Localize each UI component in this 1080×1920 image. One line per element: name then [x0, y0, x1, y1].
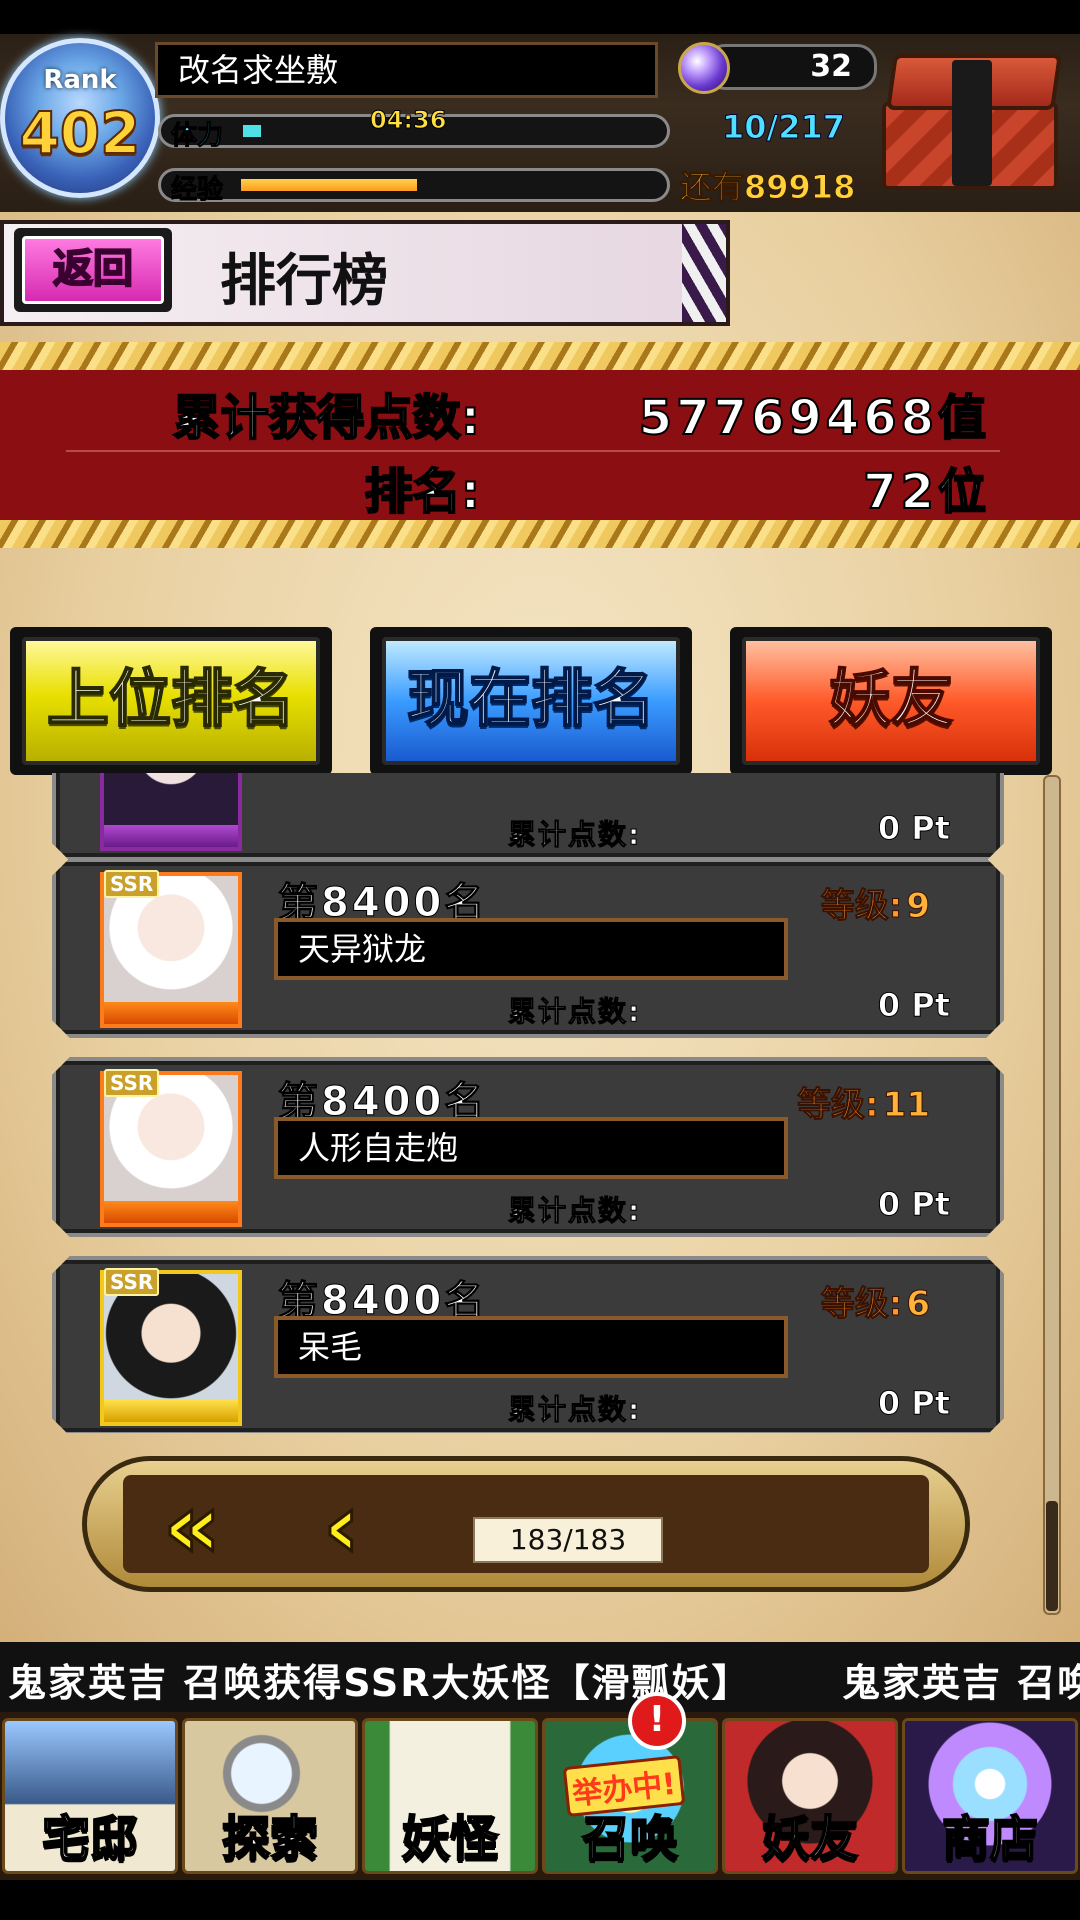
ranking-row[interactable]: 累计点数: 0 Pt: [52, 773, 1004, 861]
rarity-badge: SSR: [104, 1069, 159, 1097]
points-value: 0 Pt: [877, 1384, 950, 1422]
nav-label: 妖怪: [401, 1810, 499, 1868]
rarity-strip: [104, 1201, 238, 1223]
points-label: 累计点数:: [508, 1393, 642, 1426]
rank-position-value: 72位: [862, 463, 990, 521]
gems-counter[interactable]: 32: [705, 44, 877, 90]
tab-current-ranking[interactable]: 现在排名: [370, 627, 692, 775]
player-rank-badge[interactable]: Rank 402: [0, 38, 160, 198]
ticker-message-repeat: 鬼家英吉 召唤: [842, 1661, 1080, 1705]
nav-item-friends[interactable]: 妖友: [722, 1718, 898, 1874]
nav-label: 宅邸: [41, 1810, 139, 1868]
rarity-strip: [104, 1400, 238, 1422]
level-value: 9: [906, 886, 930, 926]
pager-panel: « ‹ 183/183: [123, 1473, 929, 1580]
level-display: 等级: 11: [797, 1077, 930, 1126]
total-points-value: 57769468值: [638, 389, 990, 447]
nav-label: 探索: [221, 1810, 319, 1868]
ranking-row[interactable]: SSR 第8400名 等级: 6 呆毛 累计点数: 0 Pt: [52, 1256, 1004, 1433]
rarity-badge: SSR: [104, 870, 159, 898]
gem-orb-icon: [678, 42, 730, 94]
total-points-label: 累计获得点数:: [172, 389, 481, 447]
points-label: 累计点数:: [508, 818, 642, 851]
exp-bar: 经验: [158, 168, 670, 206]
system-nav-bar: [0, 1880, 1080, 1920]
pager: « ‹ 183/183: [82, 1456, 970, 1592]
treasure-chest-icon[interactable]: [882, 54, 1068, 194]
tab-friends[interactable]: 妖友: [730, 627, 1052, 775]
stamina-timer: 04:36: [369, 106, 447, 135]
page-indicator: 183/183: [473, 1517, 663, 1563]
rank-value: 402: [18, 98, 141, 168]
alert-icon: !: [628, 1692, 686, 1750]
player-name-field: 呆毛: [274, 1316, 788, 1378]
nav-label: 召唤: [581, 1810, 679, 1868]
level-label: 等级:: [820, 1284, 903, 1324]
points-value: 0 Pt: [877, 809, 950, 847]
exp-label: 经验: [170, 175, 224, 206]
rarity-strip: [104, 825, 238, 847]
chevron-left-icon[interactable]: ‹: [321, 1473, 361, 1580]
scrollbar-thumb[interactable]: [1046, 1501, 1058, 1611]
tab-top-rankings[interactable]: 上位排名: [10, 627, 332, 775]
bottom-nav: 宅邸 探索 妖怪 举办中! 召唤 妖友 商店: [0, 1712, 1080, 1880]
back-button-label: 返回: [22, 236, 164, 304]
title-bar-stripe: [682, 224, 726, 322]
nav-label: 商店: [941, 1810, 1039, 1868]
level-value: 11: [882, 1085, 930, 1125]
rarity-badge: SSR: [104, 1268, 159, 1296]
stamina-label: 体力: [170, 121, 224, 152]
level-label: 等级:: [797, 1085, 879, 1125]
tab-top-rankings-label: 上位排名: [22, 637, 320, 765]
nav-item-mansion[interactable]: 宅邸: [2, 1718, 178, 1874]
list-scrollbar[interactable]: [1043, 775, 1061, 1615]
points-value: 0 Pt: [877, 1185, 950, 1223]
level-display: 等级: 6: [821, 1276, 930, 1325]
chest-band: [952, 60, 992, 186]
rope-border-bottom: [0, 520, 1080, 548]
rank-position-label: 排名:: [364, 463, 481, 521]
top-hud: Rank 402 改名求坐敷 体力 04:36 经验 32 10/217 还有8…: [0, 34, 1080, 212]
points-value: 0 Pt: [877, 986, 950, 1024]
page-title: 排行榜: [220, 249, 388, 314]
back-button[interactable]: 返回: [14, 228, 172, 312]
player-name[interactable]: 改名求坐敷: [155, 42, 658, 98]
stamina-fill: [243, 125, 261, 137]
ranking-list[interactable]: 累计点数: 0 Pt SSR 第8400名 等级: 9 天异狱龙 累计点数: 0 …: [0, 773, 1080, 1433]
level-label: 等级:: [820, 886, 903, 926]
rope-border-top: [0, 342, 1080, 370]
ranking-row[interactable]: SSR 第8400名 等级: 9 天异狱龙 累计点数: 0 Pt: [52, 858, 1004, 1038]
tab-current-ranking-label: 现在排名: [382, 637, 680, 765]
rarity-strip: [104, 1002, 238, 1024]
exp-remaining: 还有89918: [679, 168, 856, 207]
player-name-field: 人形自走炮: [274, 1117, 788, 1179]
nav-item-yokai[interactable]: 妖怪: [362, 1718, 538, 1874]
rank-label: Rank: [43, 65, 117, 95]
nav-item-explore[interactable]: 探索: [182, 1718, 358, 1874]
double-chevron-left-icon[interactable]: «: [161, 1473, 222, 1580]
tab-friends-label: 妖友: [742, 637, 1040, 765]
points-label: 累计点数:: [508, 1194, 642, 1227]
exp-fill: [241, 179, 417, 191]
news-ticker: 鬼家英吉 召唤获得SSR大妖怪【滑瓢妖】 鬼家英吉 召唤: [0, 1642, 1080, 1712]
stamina-count: 10/217: [721, 108, 846, 147]
nav-item-summon[interactable]: 举办中! 召唤: [542, 1718, 718, 1874]
system-status-bar: [0, 0, 1080, 34]
level-display: 等级: 9: [821, 878, 930, 927]
nav-item-shop[interactable]: 商店: [902, 1718, 1078, 1874]
ranking-row[interactable]: SSR 第8400名 等级: 11 人形自走炮 累计点数: 0 Pt: [52, 1057, 1004, 1237]
avatar: [100, 773, 242, 851]
points-label: 累计点数:: [508, 995, 642, 1028]
nav-label: 妖友: [761, 1810, 859, 1868]
level-value: 6: [906, 1284, 930, 1324]
player-name-field: 天异狱龙: [274, 918, 788, 980]
